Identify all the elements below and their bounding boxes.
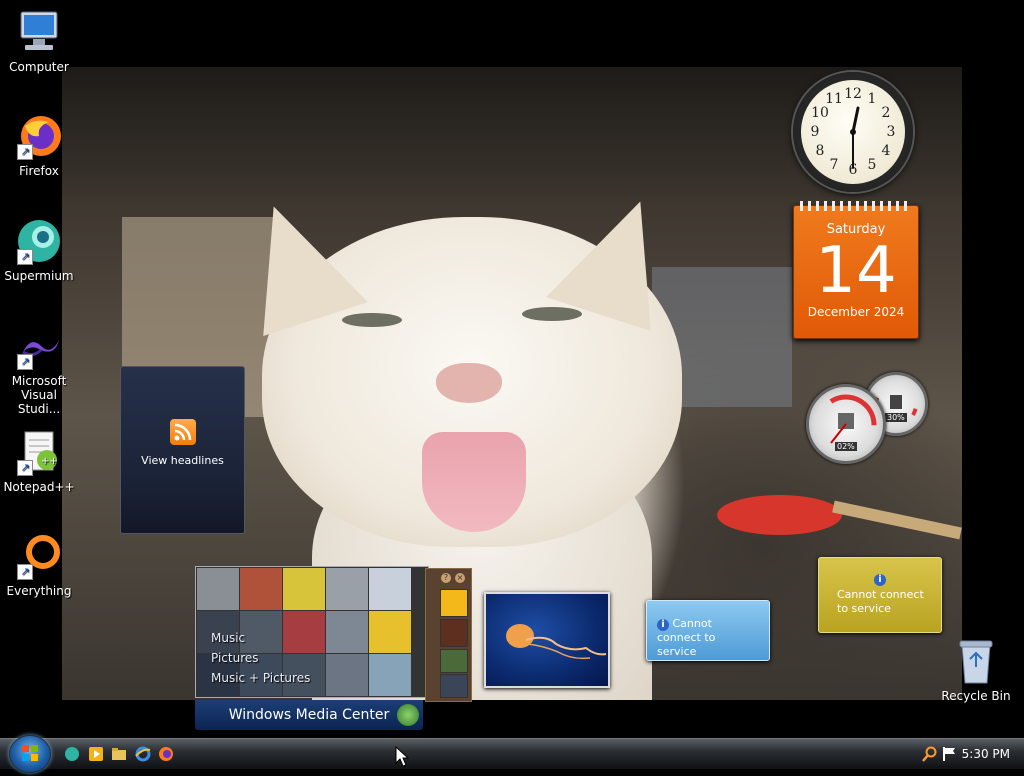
media-tile [369, 568, 411, 610]
wallpaper-cat-nose [436, 363, 502, 403]
supermium-icon[interactable] [64, 746, 80, 762]
desktop-icon-label: Notepad++ [3, 480, 75, 494]
computer-icon [15, 8, 63, 56]
calendar-binding-rings [800, 201, 912, 211]
folder-icon[interactable] [111, 746, 127, 762]
media-center-gadget[interactable]: ? × Music Pictures Music + Pictures Wind… [195, 566, 473, 732]
desktop-icon-recycle-bin[interactable]: Recycle Bin [937, 637, 1015, 703]
taskbar-clock[interactable]: 5:30 PM [962, 739, 1010, 769]
desktop-icon-everything[interactable]: ↗ Everything [1, 532, 77, 598]
slideshow-gadget[interactable] [484, 592, 610, 688]
wallpaper-cat-tongue [422, 432, 526, 532]
media-thumbnail [440, 619, 468, 647]
media-tile [283, 568, 325, 610]
desktop-icon-label: Everything [6, 584, 72, 598]
start-orb-icon[interactable] [9, 735, 51, 773]
taskbar: 5:30 PM [0, 735, 1024, 773]
wallpaper-ping-pong-paddle [717, 495, 842, 535]
cpu-meter-gadget[interactable]: 30% 02% [806, 370, 932, 466]
desktop-icon-label: Supermium [4, 269, 74, 283]
desktop-icon-computer[interactable]: Computer [1, 8, 77, 74]
media-thumbnail [440, 674, 468, 698]
media-tile [369, 611, 411, 653]
media-center-title-bar[interactable]: Windows Media Center [195, 700, 423, 730]
clock-face: 12 1 2 3 4 5 6 7 8 9 10 11 [801, 80, 905, 184]
media-side-panel: ? × [425, 568, 472, 702]
desktop-icon-label: Computer [9, 60, 69, 74]
recycle-bin-icon [956, 637, 996, 685]
notepad-plus-plus-icon: ++ ↗ [15, 428, 63, 476]
currency-gadget[interactable]: i Cannot connect to service [818, 557, 942, 633]
calendar-day: 14 [815, 234, 897, 308]
shortcut-arrow-icon: ↗ [17, 354, 33, 370]
desktop-icon-label: Firefox [19, 164, 59, 178]
media-tile [240, 568, 282, 610]
firefox-icon[interactable] [158, 746, 174, 762]
media-tile [369, 654, 411, 696]
media-tile [326, 654, 368, 696]
media-center-title: Windows Media Center [228, 707, 390, 723]
currency-error-message: Cannot connect to service [837, 588, 924, 615]
svg-text:++: ++ [41, 456, 58, 467]
media-player-icon[interactable] [88, 746, 104, 762]
media-tile [197, 568, 239, 610]
media-menu-item-pictures[interactable]: Pictures [211, 648, 310, 668]
firefox-icon: ↗ [15, 112, 63, 160]
media-menu-item-music-pictures[interactable]: Music + Pictures [211, 668, 310, 688]
wallpaper-cat-eye-left [342, 313, 402, 327]
desktop-icon-label: Microsoft Visual Studi... [11, 374, 67, 416]
rss-icon [170, 419, 196, 445]
desktop-icon-notepad-plus-plus[interactable]: ++ ↗ Notepad++ [1, 428, 77, 494]
info-icon: i [874, 574, 886, 586]
clock-gadget[interactable]: 12 1 2 3 4 5 6 7 8 9 10 11 [793, 72, 913, 192]
media-tile [326, 568, 368, 610]
view-headlines-link[interactable]: View headlines [121, 454, 244, 467]
desktop-icon-supermium[interactable]: ↗ Supermium [1, 217, 77, 283]
desktop-icon-firefox[interactable]: ↗ Firefox [1, 112, 77, 178]
desktop-icon-visual-studio[interactable]: ↗ Microsoft Visual Studi... [1, 322, 77, 416]
shortcut-arrow-icon: ↗ [17, 564, 33, 580]
cpu-percent: 02% [835, 442, 857, 451]
search-icon[interactable] [922, 746, 938, 762]
flag-icon[interactable] [942, 746, 958, 762]
supermium-icon: ↗ [15, 217, 63, 265]
clock-hands [850, 106, 860, 169]
shortcut-arrow-icon: ↗ [17, 460, 33, 476]
media-menu: Music Pictures Music + Pictures [211, 628, 310, 688]
shortcut-arrow-icon: ↗ [17, 249, 33, 265]
visual-studio-icon: ↗ [15, 322, 63, 370]
media-thumbnail [440, 589, 468, 617]
media-menu-item-music[interactable]: Music [211, 628, 310, 648]
feed-headlines-gadget[interactable]: View headlines [120, 366, 245, 534]
weather-gadget[interactable]: i Cannot connect to service [646, 600, 770, 661]
jellyfish-image [506, 624, 607, 660]
desktop-icon-label: Recycle Bin [941, 689, 1011, 703]
media-tile [326, 611, 368, 653]
cpu-gauge: 02% [806, 384, 886, 464]
close-icon[interactable]: × [455, 573, 465, 583]
calendar-gadget[interactable]: Saturday 14 December 2024 [793, 201, 919, 339]
wallpaper-cat-eye-right [522, 307, 582, 321]
info-icon: i [657, 619, 669, 631]
memory-percent: 30% [885, 413, 907, 422]
windows-logo-icon [397, 704, 419, 726]
shortcut-arrow-icon: ↗ [17, 144, 33, 160]
everything-search-icon: ↗ [15, 532, 63, 580]
help-icon[interactable]: ? [441, 573, 451, 583]
calendar-month-year: December 2024 [807, 305, 905, 319]
wallpaper-paddle-handle [832, 500, 962, 540]
media-thumbnail [440, 649, 468, 673]
internet-explorer-icon[interactable] [135, 746, 151, 762]
mouse-cursor-icon [395, 746, 409, 767]
